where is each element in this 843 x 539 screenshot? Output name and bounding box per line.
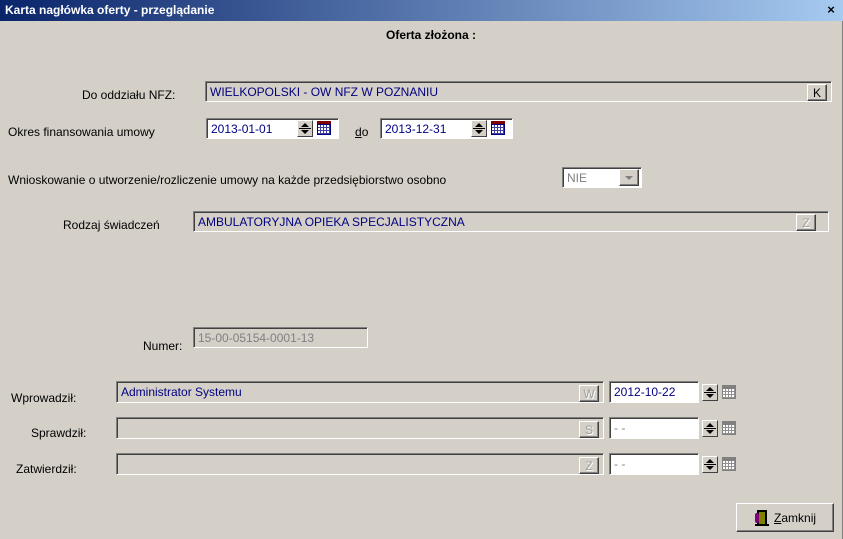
numer-label: Numer:	[143, 339, 183, 353]
wprowadzil-label: Wprowadził:	[11, 391, 77, 405]
calendar-icon[interactable]	[721, 384, 737, 400]
wprowadzil-w-button[interactable]: W	[579, 385, 599, 402]
spin-updown-icon[interactable]	[702, 384, 718, 401]
zamknij-label: Zamknij	[774, 511, 816, 525]
oddzial-label: Do oddziału NFZ:	[82, 88, 176, 102]
wnioskowanie-value: NIE	[567, 171, 588, 185]
window-title: Karta nagłówka oferty - przeglądanie	[5, 3, 215, 17]
okres-label: Okres finansowania umowy	[8, 125, 155, 139]
exit-door-icon	[755, 510, 769, 526]
zatwierdzil-label: Zatwierdził:	[16, 462, 77, 476]
wprowadzil-date-field[interactable]: 2012-10-22	[609, 381, 699, 403]
okres-to-value: 2013-12-31	[385, 122, 447, 136]
spin-updown-icon[interactable]	[297, 120, 313, 137]
chevron-down-icon[interactable]	[619, 169, 639, 186]
okres-to-label-hotkey: d	[355, 125, 362, 139]
page-heading: Oferta złożona :	[386, 28, 477, 42]
oddzial-k-button[interactable]: K	[807, 84, 827, 101]
spin-updown-icon[interactable]	[702, 420, 718, 437]
calendar-icon[interactable]	[316, 120, 332, 136]
zamknij-button[interactable]: Zamknij	[736, 503, 834, 532]
zatwierdzil-field[interactable]	[116, 453, 604, 475]
okres-to-label-rest: o	[361, 125, 369, 139]
dialog-window: Karta nagłówka oferty - przeglądanie × O…	[0, 0, 843, 539]
wprowadzil-field[interactable]: Administrator Systemu	[116, 381, 604, 403]
close-icon[interactable]: ×	[823, 2, 839, 18]
rodzaj-z-button[interactable]: Z	[796, 214, 816, 231]
oddzial-field[interactable]: WIELKOPOLSKI - OW NFZ W POZNANIU	[205, 81, 832, 102]
okres-to-label: do	[355, 125, 368, 139]
spin-updown-icon[interactable]	[702, 456, 718, 473]
calendar-icon[interactable]	[721, 456, 737, 472]
wnioskowanie-label: Wnioskowanie o utworzenie/rozliczenie um…	[8, 173, 447, 187]
zatwierdzil-date-field[interactable]: - -	[609, 453, 699, 475]
numer-field[interactable]: 15-00-05154-0001-13	[193, 327, 368, 348]
title-bar[interactable]: Karta nagłówka oferty - przeglądanie ×	[0, 0, 843, 21]
zatwierdzil-z-button[interactable]: Z	[579, 457, 599, 474]
sprawdzil-s-button[interactable]: S	[579, 421, 599, 438]
calendar-icon[interactable]	[721, 420, 737, 436]
sprawdzil-label: Sprawdził:	[31, 426, 87, 440]
sprawdzil-date-field[interactable]: - -	[609, 417, 699, 439]
zamknij-label-rest: amknij	[781, 511, 817, 525]
sprawdzil-field[interactable]	[116, 417, 604, 439]
rodzaj-label: Rodzaj świadczeń	[63, 218, 160, 232]
calendar-icon[interactable]	[490, 120, 506, 136]
spin-updown-icon[interactable]	[471, 120, 487, 137]
rodzaj-field[interactable]: AMBULATORYJNA OPIEKA SPECJALISTYCZNA	[193, 211, 829, 232]
okres-from-value: 2013-01-01	[211, 122, 273, 136]
